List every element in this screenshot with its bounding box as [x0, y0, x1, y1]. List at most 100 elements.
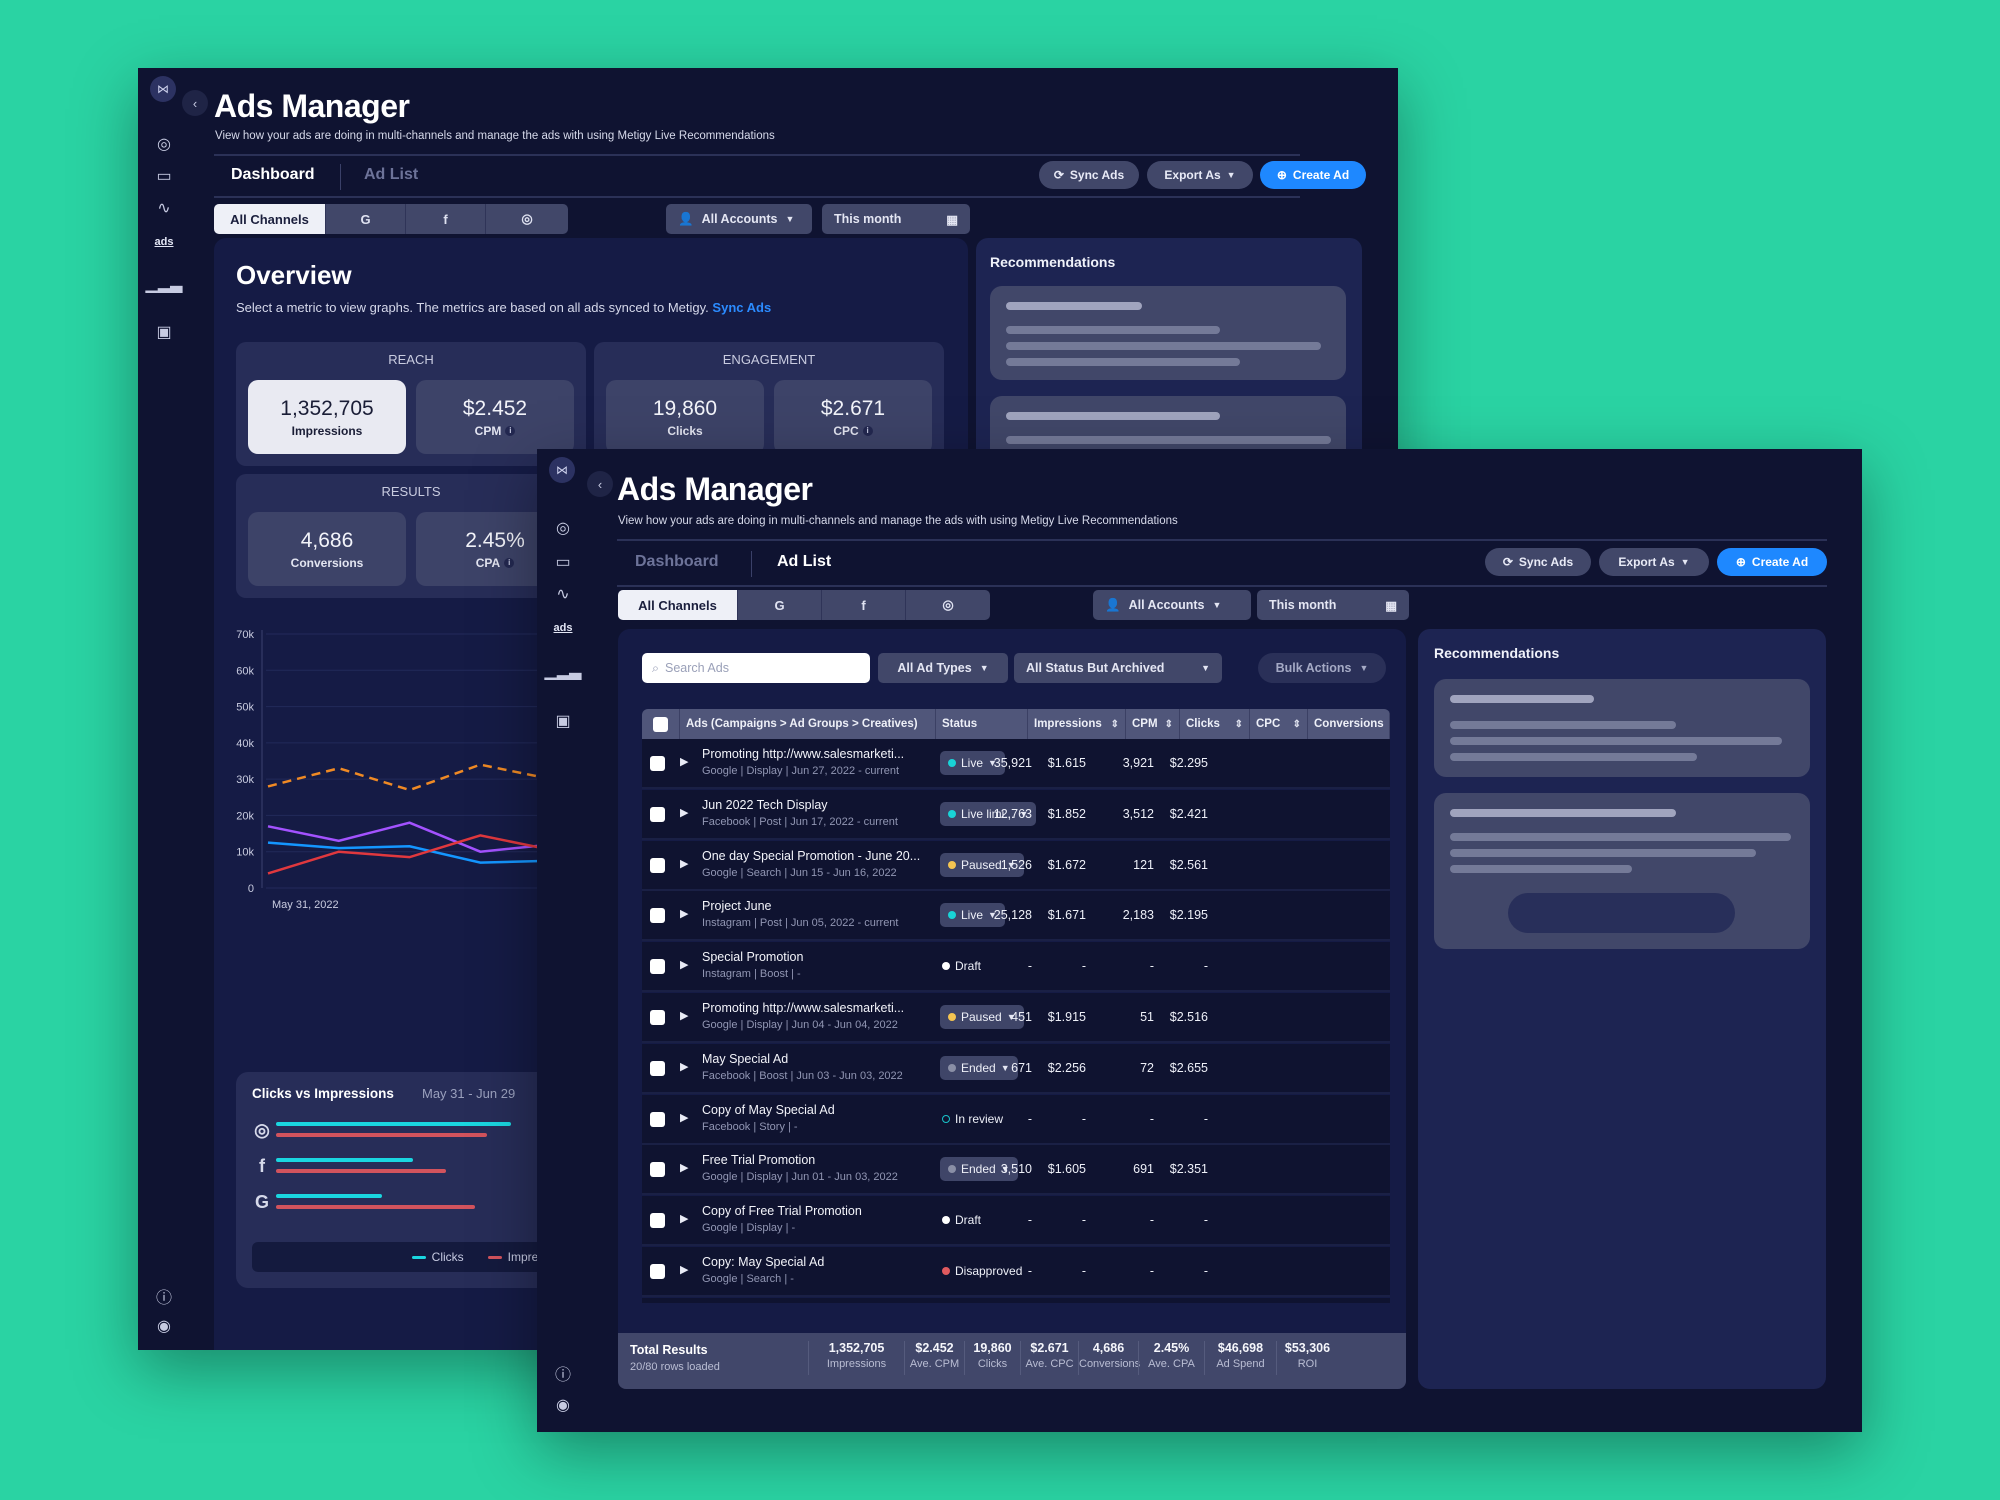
col-cpc[interactable]: CPC ⇕ — [1250, 709, 1308, 739]
channel-facebook[interactable]: f — [822, 590, 906, 620]
table-row[interactable]: ▶ Promoting http://www.salesmarketi... Goo… — [642, 993, 1390, 1043]
tab-dashboard[interactable]: Dashboard — [231, 166, 315, 184]
channel-all[interactable]: All Channels — [214, 204, 326, 234]
info-icon[interactable]: i — [504, 558, 515, 569]
recommendation-card[interactable] — [1434, 679, 1810, 777]
row-checkbox[interactable] — [650, 908, 665, 924]
help-icon[interactable]: ⓘ — [152, 1284, 176, 1308]
channel-google[interactable]: G — [738, 590, 822, 620]
logo-icon[interactable]: ⋈ — [549, 457, 575, 483]
row-checkbox[interactable] — [650, 806, 665, 822]
info-icon[interactable]: i — [862, 426, 873, 437]
col-impressions[interactable]: Impressions ⇕ — [1028, 709, 1126, 739]
bulk-actions-dropdown[interactable]: Bulk Actions ▼ — [1258, 653, 1386, 683]
expand-icon[interactable]: ▶ — [680, 958, 688, 971]
expand-icon[interactable]: ▶ — [680, 1111, 688, 1124]
table-row[interactable]: ▶ Special Promotion Instagram | Boost | - D… — [642, 942, 1390, 993]
table-row[interactable]: ▶ Project June Instagram | Post | Jun 05, … — [642, 891, 1390, 942]
collapse-button[interactable]: ‹ — [182, 90, 208, 116]
recommendation-action-button[interactable] — [1508, 893, 1735, 933]
metric-impressions[interactable]: 1,352,705 Impressions — [248, 380, 406, 454]
channel-google[interactable]: G — [326, 204, 406, 234]
calendar-icon[interactable]: ▭ — [152, 164, 176, 188]
status-badge[interactable]: Ended ▼ — [940, 1055, 1018, 1080]
row-checkbox[interactable] — [650, 959, 665, 975]
collapse-button[interactable]: ‹ — [587, 471, 613, 497]
ad-name[interactable]: Promoting http://www.salesmarketi... — [702, 1001, 904, 1015]
export-as-button[interactable]: Export As ▼ — [1147, 161, 1253, 189]
info-icon[interactable]: i — [505, 426, 516, 437]
recommendation-card[interactable] — [990, 286, 1346, 380]
table-row[interactable]: ▶ Copy of Free Trial Promotion Google | Di… — [642, 1196, 1390, 1247]
ad-types-dropdown[interactable]: All Ad Types ▼ — [878, 653, 1008, 683]
table-row[interactable]: ▶ One day Special Promotion - June 20... G… — [642, 840, 1390, 891]
analytics-icon[interactable]: ▁▂▃ — [146, 272, 183, 296]
ad-name[interactable]: Copy: May Special Ad — [702, 1255, 824, 1269]
col-clicks[interactable]: Clicks ⇕ — [1180, 709, 1250, 739]
channel-instagram[interactable]: ◎ — [906, 590, 990, 620]
tab-dashboard[interactable]: Dashboard — [635, 553, 719, 571]
expand-icon[interactable]: ▶ — [680, 1060, 688, 1073]
create-ad-button[interactable]: ⊕ Create Ad — [1260, 161, 1366, 189]
table-row[interactable]: ▶ Promoting http://www.salesmarketi... Goo… — [642, 739, 1390, 789]
expand-icon[interactable]: ▶ — [680, 1212, 688, 1225]
period-dropdown[interactable]: This month ▦ — [822, 204, 970, 234]
ad-name[interactable]: Copy of Free Trial Promotion — [702, 1204, 862, 1218]
expand-icon[interactable]: ▶ — [680, 1161, 688, 1174]
export-as-button[interactable]: Export As ▼ — [1599, 548, 1709, 576]
channel-facebook[interactable]: f — [406, 204, 486, 234]
select-all-checkbox[interactable] — [642, 709, 680, 739]
target-icon[interactable]: ◎ — [152, 132, 176, 156]
expand-icon[interactable]: ▶ — [680, 907, 688, 920]
ad-name[interactable]: Promoting http://www.salesmarketi... — [702, 747, 904, 761]
help-icon[interactable]: ⓘ — [551, 1361, 575, 1385]
sync-ads-button[interactable]: ⟳ Sync Ads — [1039, 161, 1139, 189]
row-checkbox[interactable] — [650, 1060, 665, 1076]
expand-icon[interactable]: ▶ — [680, 1263, 688, 1276]
sync-ads-link[interactable]: Sync Ads — [712, 300, 771, 315]
accounts-dropdown[interactable]: 👤 All Accounts ▼ — [1093, 590, 1251, 620]
recommendation-card[interactable] — [1434, 793, 1810, 949]
ad-name[interactable]: Copy of May Special Ad — [702, 1103, 835, 1117]
metric-cpm[interactable]: $2.452 CPM i — [416, 380, 574, 454]
flow-icon[interactable]: ∿ — [551, 582, 575, 606]
expand-icon[interactable]: ▶ — [680, 857, 688, 870]
profile-icon[interactable]: ◉ — [551, 1393, 575, 1417]
target-icon[interactable]: ◎ — [551, 516, 575, 540]
row-checkbox[interactable] — [650, 1264, 665, 1279]
flow-icon[interactable]: ∿ — [152, 196, 176, 220]
metric-cpc[interactable]: $2.671 CPC i — [774, 380, 932, 454]
metric-conversions[interactable]: 4,686 Conversions — [248, 512, 406, 586]
expand-icon[interactable]: ▶ — [680, 806, 688, 819]
ad-name[interactable]: Jun 2022 Tech Display — [702, 798, 828, 812]
create-ad-button[interactable]: ⊕ Create Ad — [1717, 548, 1827, 576]
col-cpm[interactable]: CPM ⇕ — [1126, 709, 1180, 739]
row-checkbox[interactable] — [650, 1213, 665, 1229]
col-conversions[interactable]: Conversions — [1308, 709, 1390, 739]
search-input[interactable]: ⌕ Search Ads — [642, 653, 870, 683]
gallery-icon[interactable]: ▣ — [551, 709, 575, 733]
ad-name[interactable]: Free Trial Promotion — [702, 1153, 815, 1167]
channel-instagram[interactable]: ◎ — [486, 204, 568, 234]
table-row[interactable]: ▶ Copy of May Special Ad Facebook | Story … — [642, 1094, 1390, 1145]
calendar-icon[interactable]: ▭ — [551, 550, 575, 574]
table-row[interactable]: ▶ Free Trial Promotion Google | Display | … — [642, 1145, 1390, 1196]
ad-name[interactable]: One day Special Promotion - June 20... — [702, 849, 920, 863]
row-checkbox[interactable] — [650, 857, 665, 873]
sync-ads-button[interactable]: ⟳ Sync Ads — [1485, 548, 1591, 576]
channel-all[interactable]: All Channels — [618, 590, 738, 620]
table-row[interactable]: ▶ Copy: May Special Ad Google | Search | -… — [642, 1247, 1390, 1297]
col-status[interactable]: Status — [936, 709, 1028, 739]
table-row[interactable]: ▶Test Ad for May SpecialGoogle | Display… — [642, 1297, 1390, 1303]
ad-name[interactable]: Special Promotion — [702, 950, 803, 964]
tab-ad-list[interactable]: Ad List — [777, 553, 831, 571]
ad-name[interactable]: May Special Ad — [702, 1052, 788, 1066]
tab-ad-list[interactable]: Ad List — [364, 166, 418, 184]
col-ads[interactable]: Ads (Campaigns > Ad Groups > Creatives) — [680, 709, 936, 739]
profile-icon[interactable]: ◉ — [152, 1314, 176, 1338]
table-row[interactable]: ▶ Jun 2022 Tech Display Facebook | Post | … — [642, 789, 1390, 840]
row-checkbox[interactable] — [650, 1111, 665, 1127]
accounts-dropdown[interactable]: 👤 All Accounts ▼ — [666, 204, 812, 234]
row-checkbox[interactable] — [650, 1162, 665, 1178]
row-checkbox[interactable] — [650, 1010, 665, 1025]
